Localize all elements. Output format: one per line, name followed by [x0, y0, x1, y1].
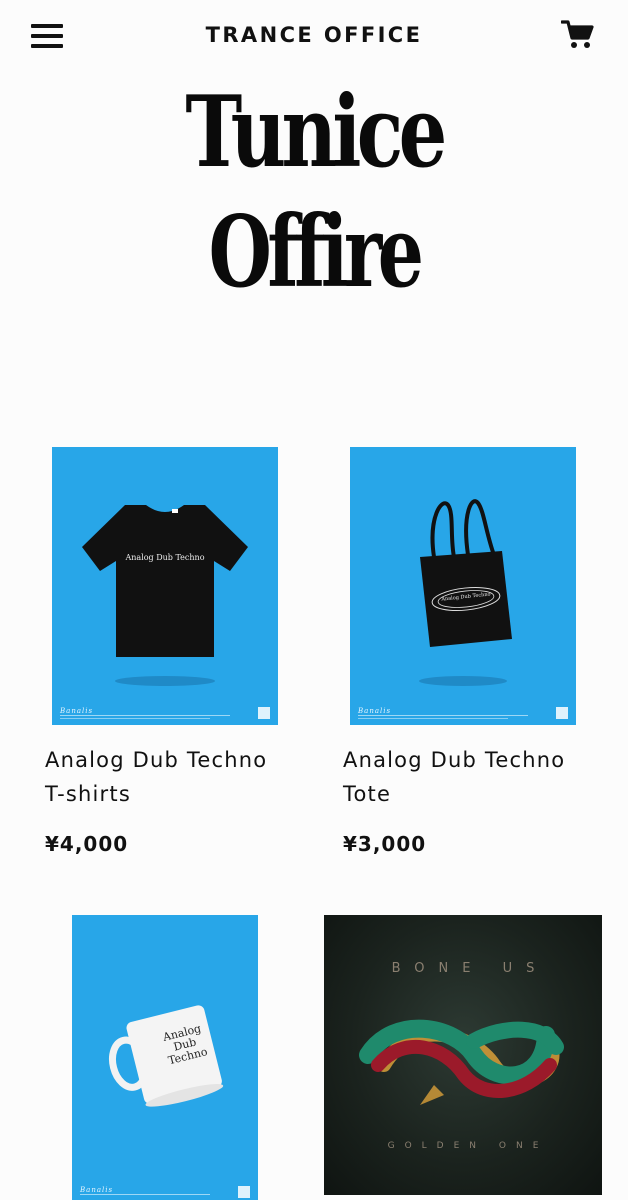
tshirt-print-text: Analog Dub Techno	[125, 553, 205, 562]
product-image-mug[interactable]: Analog Dub Techno Banalis	[72, 915, 258, 1200]
poster-footer: Banalis	[80, 1186, 250, 1200]
album-artist: BONE US	[391, 961, 549, 976]
poster-brand: Banalis	[80, 1186, 114, 1194]
product-price: ¥4,000	[45, 832, 129, 856]
poster-brand: Banalis	[358, 707, 392, 715]
product-name-line-2: T-shirts	[45, 782, 131, 806]
store-title[interactable]: TRANCE OFFICE	[0, 23, 628, 47]
brand-logo: Tunice Offire	[140, 74, 488, 324]
logo-line-1: Tunice	[185, 75, 447, 190]
product-image-album[interactable]: BONE US GOLDEN ONE	[324, 915, 602, 1195]
product-card-tshirt[interactable]: Analog Dub Techno Banalis Analog Dub Tec…	[45, 447, 278, 867]
product-card-album[interactable]: BONE US GOLDEN ONE	[324, 915, 602, 1195]
product-price: ¥3,000	[343, 832, 427, 856]
product-image-tote[interactable]: Analog Dub Techno Banalis	[350, 447, 576, 725]
product-name[interactable]: Analog Dub Techno Tote	[343, 743, 583, 811]
album-title: GOLDEN ONE	[387, 1141, 549, 1151]
product-name-line-1: Analog Dub Techno	[343, 748, 566, 772]
tote-bag-icon	[419, 499, 512, 686]
product-name-line-1: Analog Dub Techno	[45, 748, 268, 772]
logo-line-2: Offire	[208, 195, 424, 310]
product-image-tshirt[interactable]: Analog Dub Techno Banalis	[52, 447, 278, 725]
product-card-tote[interactable]: Analog Dub Techno Banalis Analog Dub Tec…	[343, 447, 576, 867]
t-shirt-icon	[82, 505, 248, 686]
site-header: TRANCE OFFICE	[0, 0, 628, 76]
product-name[interactable]: Analog Dub Techno T-shirts	[45, 743, 285, 811]
poster-footer: Banalis	[60, 707, 270, 721]
album-cover-icon	[359, 1019, 564, 1105]
poster-footer: Banalis	[358, 707, 568, 721]
cart-icon[interactable]	[560, 19, 595, 51]
poster-brand: Banalis	[60, 707, 94, 715]
product-card-mug[interactable]: Analog Dub Techno Banalis	[72, 915, 258, 1200]
product-name-line-2: Tote	[343, 782, 392, 806]
